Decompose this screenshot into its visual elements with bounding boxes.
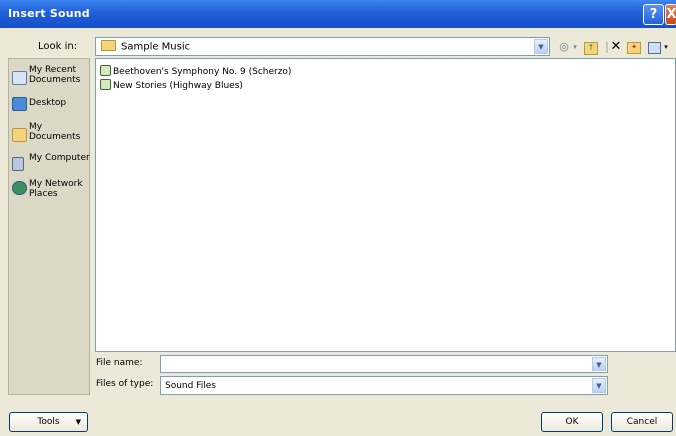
help-button[interactable]: ? [643, 4, 664, 25]
audio-file-icon [100, 65, 111, 76]
filename-field[interactable]: ▼ [160, 355, 608, 373]
tools-label: Tools [37, 417, 60, 427]
help-icon: ? [649, 7, 658, 22]
close-icon: X [666, 7, 676, 22]
audio-file-icon [100, 79, 111, 90]
my-computer-icon [12, 157, 24, 171]
places-item-my-documents[interactable]: My Documents [12, 122, 90, 144]
cancel-button[interactable]: Cancel [611, 412, 673, 432]
my-documents-icon [12, 128, 27, 142]
chevron-down-icon[interactable]: ▼ [592, 357, 606, 371]
folder-icon [101, 40, 116, 51]
lookin-dropdown[interactable]: Sample Music ▼ [95, 37, 550, 56]
chevron-down-icon[interactable]: ▼ [534, 39, 548, 54]
back-arrow-icon[interactable]: ◎ [557, 40, 571, 54]
network-places-icon [12, 181, 27, 195]
places-bar: My Recent Documents Desktop My Documents… [8, 58, 90, 395]
chevron-down-icon: ▼ [75, 418, 81, 426]
list-item[interactable]: New Stories (Highway Blues) [100, 79, 243, 92]
close-button[interactable]: X [665, 4, 676, 25]
places-item-label: Desktop [29, 98, 67, 108]
filetype-label: Files of type: [96, 379, 154, 389]
cancel-label: Cancel [626, 417, 658, 427]
views-dropdown-icon[interactable]: ▾ [662, 40, 670, 54]
places-item-recent[interactable]: My Recent Documents [12, 65, 90, 87]
file-name: New Stories (Highway Blues) [113, 81, 243, 91]
places-item-desktop[interactable]: Desktop [12, 97, 90, 111]
new-folder-icon[interactable]: ✦ [627, 42, 641, 54]
desktop-icon [12, 97, 27, 111]
filetype-dropdown[interactable]: Sound Files ▼ [160, 376, 608, 395]
file-name: Beethoven's Symphony No. 9 (Scherzo) [113, 67, 292, 77]
ok-label: OK [565, 417, 579, 427]
delete-icon[interactable]: ✕ [609, 40, 623, 54]
views-icon[interactable] [648, 42, 661, 54]
places-item-label: My Documents [29, 122, 81, 142]
places-item-my-computer[interactable]: My Computer [12, 153, 90, 175]
places-item-label: My Computer [29, 153, 90, 163]
file-list[interactable]: Beethoven's Symphony No. 9 (Scherzo) New… [95, 58, 676, 352]
places-item-label: My Recent Documents [29, 65, 81, 85]
lookin-value: Sample Music [121, 41, 191, 53]
chevron-down-icon[interactable]: ▼ [592, 378, 606, 393]
list-item[interactable]: Beethoven's Symphony No. 9 (Scherzo) [100, 65, 292, 78]
places-item-label: My Network Places [29, 179, 83, 199]
filename-label: File name: [96, 358, 143, 368]
lookin-label: Look in: [38, 41, 78, 52]
tools-button[interactable]: Tools ▼ [9, 412, 88, 432]
ok-button[interactable]: OK [541, 412, 603, 432]
recent-documents-icon [12, 71, 27, 85]
back-dropdown-icon[interactable]: ▾ [571, 40, 579, 54]
window-title: Insert Sound [8, 7, 90, 20]
places-item-network[interactable]: My Network Places [12, 179, 90, 201]
title-bar: Insert Sound ? X [0, 0, 676, 28]
filetype-value: Sound Files [165, 381, 216, 391]
up-folder-icon[interactable]: ↑ [584, 42, 598, 55]
